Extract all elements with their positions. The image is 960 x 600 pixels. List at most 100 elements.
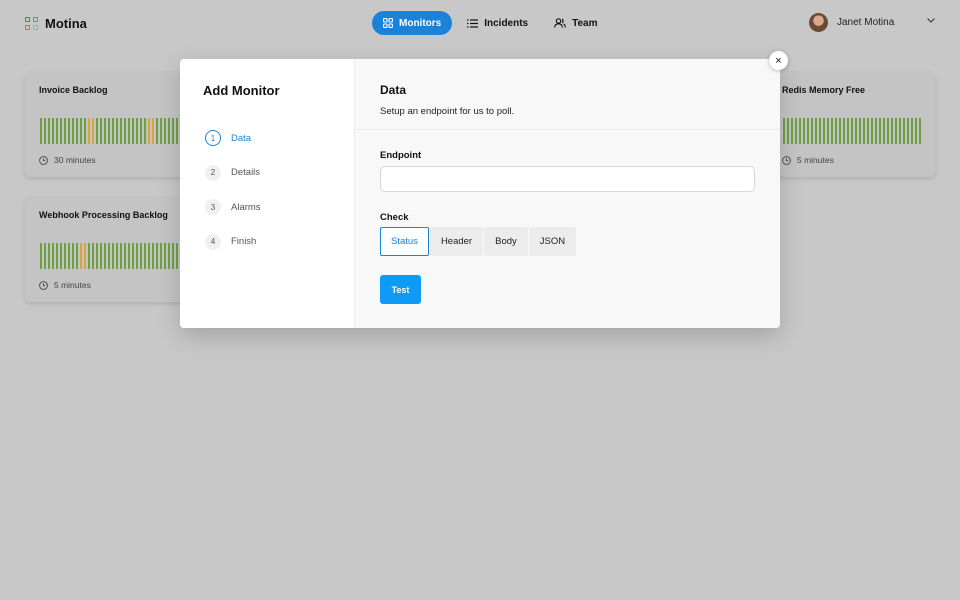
status-bar-ok bbox=[883, 118, 885, 144]
status-bar-ok bbox=[807, 118, 809, 144]
status-bar-ok bbox=[124, 243, 126, 269]
check-option-body[interactable]: Body bbox=[484, 227, 528, 256]
monitor-interval: 5 minutes bbox=[782, 155, 834, 165]
step-data[interactable]: 1 Data bbox=[205, 130, 261, 146]
status-bar-ok bbox=[124, 118, 126, 144]
status-bar-ok bbox=[120, 118, 122, 144]
status-bar-ok bbox=[96, 243, 98, 269]
monitor-title: Invoice Backlog bbox=[39, 85, 108, 95]
status-bar-ok bbox=[176, 243, 178, 269]
step-finish[interactable]: 4 Finish bbox=[205, 233, 261, 250]
list-icon bbox=[467, 18, 479, 28]
status-bar-ok bbox=[164, 243, 166, 269]
step-number: 1 bbox=[205, 130, 221, 146]
status-bar-ok bbox=[92, 243, 94, 269]
status-bar-ok bbox=[56, 118, 58, 144]
status-bar-ok bbox=[783, 118, 785, 144]
status-bar-ok bbox=[875, 118, 877, 144]
status-bar-ok bbox=[136, 118, 138, 144]
status-bar-ok bbox=[128, 118, 130, 144]
status-bar-ok bbox=[120, 243, 122, 269]
status-bar-ok bbox=[863, 118, 865, 144]
status-bar-ok bbox=[831, 118, 833, 144]
status-bar-ok bbox=[128, 243, 130, 269]
status-bar-ok bbox=[815, 118, 817, 144]
status-bar-ok bbox=[156, 118, 158, 144]
status-bar-warn bbox=[92, 118, 94, 144]
nav-team[interactable]: Team bbox=[543, 11, 608, 35]
monitor-interval-text: 30 minutes bbox=[54, 155, 96, 165]
status-bar-ok bbox=[104, 118, 106, 144]
status-bar-warn bbox=[152, 118, 154, 144]
monitor-interval: 30 minutes bbox=[39, 155, 96, 165]
status-bar-ok bbox=[843, 118, 845, 144]
status-bar-ok bbox=[168, 118, 170, 144]
close-icon: × bbox=[775, 54, 782, 67]
status-bar-ok bbox=[44, 118, 46, 144]
logo-square-green bbox=[25, 25, 30, 30]
check-option-json[interactable]: JSON bbox=[528, 227, 577, 256]
status-bar-ok bbox=[811, 118, 813, 144]
check-option-header[interactable]: Header bbox=[429, 227, 484, 256]
step-number: 2 bbox=[205, 164, 221, 181]
nav-monitors[interactable]: Monitors bbox=[372, 11, 453, 35]
endpoint-input[interactable] bbox=[380, 166, 755, 192]
status-bar-ok bbox=[895, 118, 897, 144]
status-bar-ok bbox=[156, 243, 158, 269]
status-bar-ok bbox=[76, 243, 78, 269]
status-bar-ok bbox=[112, 118, 114, 144]
status-bar-ok bbox=[132, 118, 134, 144]
check-option-status[interactable]: Status bbox=[380, 227, 429, 256]
test-button[interactable]: Test bbox=[380, 275, 421, 304]
status-bar-ok bbox=[108, 243, 110, 269]
status-bar-ok bbox=[84, 118, 86, 144]
status-bar-ok bbox=[176, 118, 178, 144]
status-bar-ok bbox=[899, 118, 901, 144]
status-bars bbox=[783, 118, 923, 144]
status-bar-ok bbox=[835, 118, 837, 144]
status-bar-ok bbox=[100, 118, 102, 144]
step-number: 3 bbox=[205, 199, 221, 215]
step-alarms[interactable]: 3 Alarms bbox=[205, 199, 261, 215]
wizard-content: Data Setup an endpoint for us to poll. E… bbox=[355, 59, 780, 328]
step-label: Data bbox=[231, 132, 252, 144]
monitor-title: Redis Memory Free bbox=[782, 85, 866, 95]
monitor-title: Webhook Processing Backlog bbox=[39, 210, 168, 220]
status-bar-warn bbox=[88, 118, 90, 144]
user-menu[interactable]: Janet Motina bbox=[809, 13, 935, 32]
status-bar-ok bbox=[867, 118, 869, 144]
grid-icon bbox=[383, 18, 393, 28]
status-bar-ok bbox=[859, 118, 861, 144]
status-bar-ok bbox=[855, 118, 857, 144]
status-bars bbox=[40, 118, 180, 144]
status-bar-ok bbox=[104, 243, 106, 269]
status-bar-ok bbox=[839, 118, 841, 144]
status-bar-ok bbox=[152, 243, 154, 269]
avatar bbox=[809, 13, 828, 32]
status-bar-ok bbox=[48, 118, 50, 144]
app-logo[interactable]: Motina bbox=[25, 16, 87, 31]
clock-icon bbox=[782, 155, 791, 165]
status-bar-ok bbox=[52, 243, 54, 269]
nav-incidents[interactable]: Incidents bbox=[456, 11, 539, 35]
status-bar-ok bbox=[148, 243, 150, 269]
status-bar-ok bbox=[871, 118, 873, 144]
close-button[interactable]: × bbox=[769, 51, 788, 70]
monitor-interval: 5 minutes bbox=[39, 280, 91, 290]
clock-icon bbox=[39, 155, 48, 165]
step-label: Finish bbox=[231, 236, 257, 247]
status-bars bbox=[40, 243, 180, 269]
users-icon bbox=[554, 18, 567, 28]
monitor-interval-text: 5 minutes bbox=[797, 155, 834, 165]
status-bar-ok bbox=[903, 118, 905, 144]
status-bar-ok bbox=[116, 118, 118, 144]
status-bar-ok bbox=[116, 243, 118, 269]
status-bar-ok bbox=[795, 118, 797, 144]
status-bar-ok bbox=[68, 243, 70, 269]
step-details[interactable]: 2 Details bbox=[205, 164, 261, 181]
status-bar-ok bbox=[96, 118, 98, 144]
status-bar-ok bbox=[851, 118, 853, 144]
status-bar-ok bbox=[164, 118, 166, 144]
status-bar-ok bbox=[887, 118, 889, 144]
status-bar-ok bbox=[40, 118, 42, 144]
